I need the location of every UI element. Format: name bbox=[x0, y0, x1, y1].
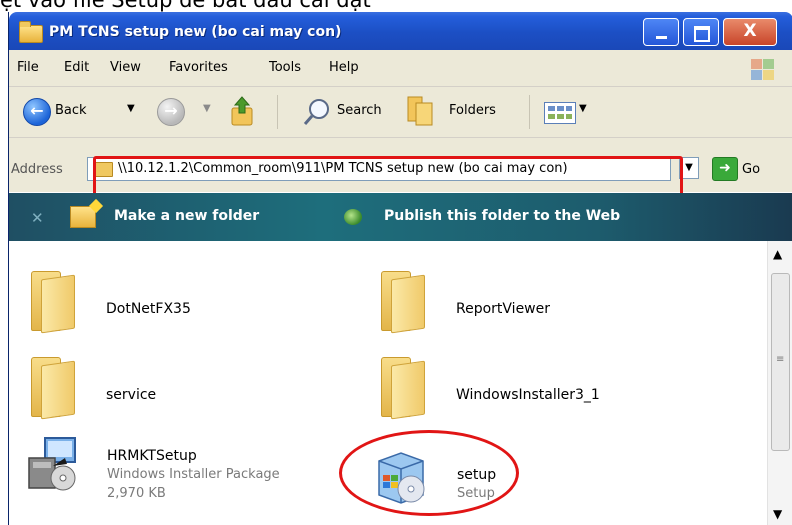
go-arrow-icon[interactable]: ➜ bbox=[712, 157, 738, 181]
publish-web-link[interactable]: Publish this folder to the Web bbox=[384, 208, 620, 224]
scroll-thumb[interactable]: ≡ bbox=[771, 273, 790, 451]
forward-dropdown-icon[interactable]: ▼ bbox=[203, 103, 211, 114]
file-name: DotNetFX35 bbox=[106, 301, 191, 317]
menu-help[interactable]: Help bbox=[329, 60, 359, 75]
installer-package-icon[interactable] bbox=[25, 436, 81, 492]
file-list: DotNetFX35 ReportViewer service WindowsI… bbox=[9, 241, 792, 525]
publish-web-icon bbox=[344, 209, 362, 225]
file-name[interactable]: HRMKTSetup bbox=[107, 448, 197, 464]
file-name: WindowsInstaller3_1 bbox=[456, 387, 600, 403]
minimize-button[interactable] bbox=[643, 18, 679, 46]
folder-icon bbox=[31, 357, 75, 420]
file-name: ReportViewer bbox=[456, 301, 551, 317]
menu-file[interactable]: File bbox=[17, 60, 39, 75]
close-icon: X bbox=[743, 21, 757, 41]
maximize-button[interactable] bbox=[683, 18, 719, 46]
folders-button[interactable]: Folders bbox=[449, 103, 496, 118]
forward-arrow-icon[interactable]: → bbox=[157, 98, 185, 126]
new-folder-icon bbox=[70, 206, 96, 228]
toolbar-separator bbox=[529, 95, 530, 129]
toolbar: ← Back ▼ → ▼ Search Folders ▼ bbox=[9, 87, 792, 138]
scroll-down-icon[interactable]: ▼ bbox=[773, 507, 782, 521]
folder-icon bbox=[31, 271, 75, 334]
grip-icon: ≡ bbox=[776, 354, 785, 365]
back-dropdown-icon[interactable]: ▼ bbox=[127, 103, 135, 114]
address-highlight-box bbox=[93, 156, 683, 198]
folder-icon bbox=[381, 357, 425, 420]
task-bar: ✕ Make a new folder Publish this folder … bbox=[9, 193, 792, 241]
views-dropdown-icon[interactable]: ▼ bbox=[579, 103, 587, 114]
menu-edit[interactable]: Edit bbox=[64, 60, 89, 75]
go-button[interactable]: Go bbox=[742, 162, 760, 177]
views-icon[interactable] bbox=[544, 102, 576, 124]
up-folder-icon[interactable] bbox=[231, 96, 253, 126]
menu-tools[interactable]: Tools bbox=[269, 60, 301, 75]
folder-icon bbox=[381, 271, 425, 334]
scroll-up-icon[interactable]: ▲ bbox=[773, 247, 782, 261]
back-arrow-icon[interactable]: ← bbox=[23, 98, 51, 126]
explorer-window: PM TCNS setup new (bo cai may con) X Fil… bbox=[8, 12, 792, 525]
folders-icon[interactable] bbox=[406, 95, 436, 127]
folder-app-icon bbox=[19, 21, 43, 43]
file-size: 2,970 KB bbox=[107, 486, 166, 501]
tutorial-caption: ệt vào file Setup để bắt đầu cài đặt bbox=[0, 0, 371, 12]
menu-view[interactable]: View bbox=[110, 60, 141, 75]
title-bar[interactable]: PM TCNS setup new (bo cai may con) X bbox=[9, 12, 792, 50]
setup-highlight-ellipse bbox=[339, 430, 519, 516]
close-button[interactable]: X bbox=[723, 18, 777, 46]
search-button[interactable]: Search bbox=[337, 103, 382, 118]
windows-logo-icon bbox=[749, 57, 775, 81]
back-button[interactable]: Back bbox=[55, 103, 87, 118]
address-label: Address bbox=[11, 162, 63, 177]
make-new-folder-link[interactable]: Make a new folder bbox=[114, 208, 259, 224]
address-bar: Address \\10.12.1.2\Common_room\911\PM T… bbox=[9, 138, 792, 198]
file-type: Windows Installer Package bbox=[107, 467, 280, 482]
menu-bar: File Edit View Favorites Tools Help bbox=[9, 50, 792, 87]
close-tasks-icon[interactable]: ✕ bbox=[31, 209, 44, 227]
window-title: PM TCNS setup new (bo cai may con) bbox=[49, 24, 342, 40]
file-name: service bbox=[106, 387, 157, 403]
menu-favorites[interactable]: Favorites bbox=[169, 60, 228, 75]
search-icon[interactable] bbox=[302, 97, 332, 127]
vertical-scrollbar[interactable]: ▲ ≡ ▼ bbox=[767, 241, 792, 525]
toolbar-separator bbox=[277, 95, 278, 129]
